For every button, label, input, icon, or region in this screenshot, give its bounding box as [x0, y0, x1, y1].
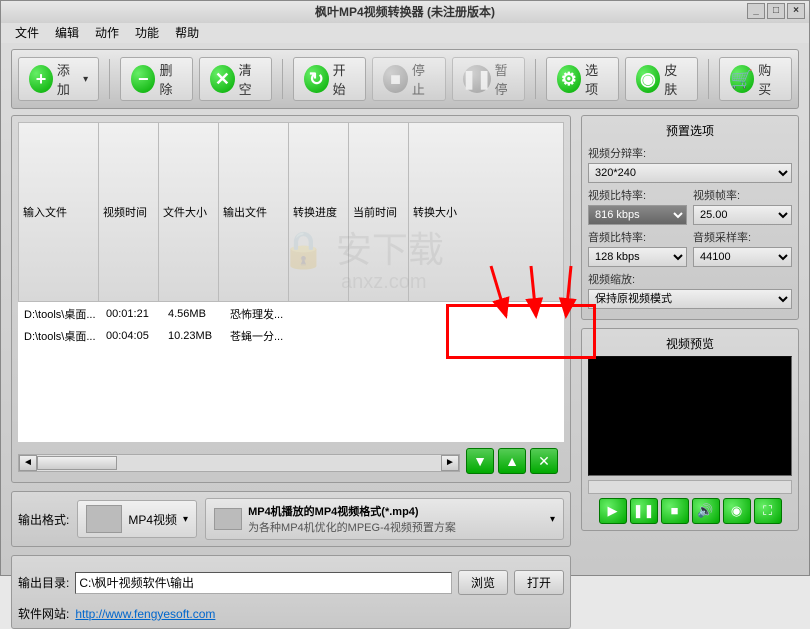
- resolution-select[interactable]: 320*240: [588, 163, 792, 183]
- format-selector[interactable]: MP4视频 ▾: [77, 500, 197, 538]
- site-link[interactable]: http://www.fengyesoft.com: [75, 607, 215, 621]
- delete-button[interactable]: −删除: [120, 57, 193, 101]
- title-text: 枫叶MP4视频转换器 (未注册版本): [315, 5, 495, 19]
- table-row[interactable]: D:\tools\桌面...00:04:0510.23MB苍蝇一分...: [20, 326, 562, 346]
- menu-help[interactable]: 帮助: [169, 23, 205, 43]
- preview-slider[interactable]: [588, 480, 792, 494]
- scroll-thumb[interactable]: [37, 456, 117, 470]
- stop-button[interactable]: ■停止: [372, 57, 445, 101]
- preview-screen: [588, 356, 792, 476]
- remove-button[interactable]: ✕: [530, 448, 558, 474]
- toolbar: +添加▾ −删除 ✕清空 ↻开始 ■停止 ❚❚暂停 ⚙选项 ◉皮肤 🛒购买: [11, 49, 799, 109]
- buy-button[interactable]: 🛒购买: [719, 57, 792, 101]
- audio-bitrate-select[interactable]: 128 kbps: [588, 247, 687, 267]
- col-curtime[interactable]: 当前时间: [349, 123, 409, 302]
- zoom-select[interactable]: 保持原视频模式: [588, 289, 792, 309]
- minimize-icon[interactable]: _: [747, 3, 765, 19]
- maximize-icon[interactable]: □: [767, 3, 785, 19]
- skin-button[interactable]: ◉皮肤: [625, 57, 698, 101]
- cart-icon: 🛒: [730, 65, 754, 93]
- pause-icon: ❚❚: [463, 65, 491, 93]
- fps-select[interactable]: 25.00: [693, 205, 792, 225]
- refresh-icon: ↻: [304, 65, 328, 93]
- format-panel: 输出格式: MP4视频 ▾ MP4机播放的MP4视频格式(*.mp4) 为各种M…: [11, 491, 571, 547]
- open-button[interactable]: 打开: [514, 570, 564, 595]
- browse-button[interactable]: 浏览: [458, 570, 508, 595]
- close-icon[interactable]: ×: [787, 3, 805, 19]
- col-size[interactable]: 文件大小: [159, 123, 219, 302]
- snapshot-button[interactable]: ◉: [723, 498, 751, 524]
- col-output[interactable]: 输出文件: [219, 123, 289, 302]
- format-desc-icon: [214, 508, 242, 530]
- site-label: 软件网站:: [18, 605, 69, 622]
- menu-file[interactable]: 文件: [9, 23, 45, 43]
- sample-rate-select[interactable]: 44100: [693, 247, 792, 267]
- clear-button[interactable]: ✕清空: [199, 57, 272, 101]
- menu-action[interactable]: 动作: [89, 23, 125, 43]
- preview-pause-button[interactable]: ❚❚: [630, 498, 658, 524]
- col-input[interactable]: 输入文件: [19, 123, 99, 302]
- output-panel: 输出目录: 浏览 打开 软件网站: http://www.fengyesoft.…: [11, 555, 571, 629]
- preview-stop-button[interactable]: ■: [661, 498, 689, 524]
- file-list-panel: 输入文件 视频时间 文件大小 输出文件 转换进度 当前时间 转换大小 D:\to…: [11, 115, 571, 483]
- menu-edit[interactable]: 编辑: [49, 23, 85, 43]
- clear-icon: ✕: [210, 65, 234, 93]
- col-outsize[interactable]: 转换大小: [409, 123, 564, 302]
- app-window: 枫叶MP4视频转换器 (未注册版本) _ □ × 文件 编辑 动作 功能 帮助 …: [0, 0, 810, 576]
- move-down-button[interactable]: ▼: [466, 448, 494, 474]
- scroll-left-icon[interactable]: ◄: [19, 455, 37, 471]
- fullscreen-button[interactable]: ⛶: [754, 498, 782, 524]
- format-thumb-icon: [86, 505, 122, 533]
- preview-title: 视频预览: [588, 335, 792, 352]
- preview-panel: 视频预览 ▶ ❚❚ ■ 🔊 ◉ ⛶: [581, 328, 799, 531]
- stop-icon: ■: [383, 65, 407, 93]
- outdir-input[interactable]: [75, 572, 452, 594]
- apple-icon: ◉: [636, 65, 660, 93]
- plus-icon: +: [29, 65, 53, 93]
- col-time[interactable]: 视频时间: [99, 123, 159, 302]
- horizontal-scrollbar[interactable]: ◄ ►: [18, 454, 460, 472]
- col-progress[interactable]: 转换进度: [289, 123, 349, 302]
- titlebar: 枫叶MP4视频转换器 (未注册版本) _ □ ×: [1, 1, 809, 23]
- file-table[interactable]: 输入文件 视频时间 文件大小 输出文件 转换进度 当前时间 转换大小: [18, 122, 564, 302]
- table-row[interactable]: D:\tools\桌面...00:01:214.56MB恐怖理发...: [20, 304, 562, 324]
- menu-function[interactable]: 功能: [129, 23, 165, 43]
- options-button[interactable]: ⚙选项: [546, 57, 619, 101]
- scroll-right-icon[interactable]: ►: [441, 455, 459, 471]
- preset-title: 预置选项: [588, 122, 792, 139]
- play-button[interactable]: ▶: [599, 498, 627, 524]
- minus-icon: −: [131, 65, 155, 93]
- wrench-icon: ⚙: [557, 65, 581, 93]
- preset-panel: 预置选项 视频分辩率: 320*240 视频比特率: 816 kbps 视频帧率…: [581, 115, 799, 320]
- format-label: 输出格式:: [18, 511, 69, 528]
- pause-button[interactable]: ❚❚暂停: [452, 57, 525, 101]
- outdir-label: 输出目录:: [18, 574, 69, 591]
- video-bitrate-select[interactable]: 816 kbps: [588, 205, 687, 225]
- format-description[interactable]: MP4机播放的MP4视频格式(*.mp4) 为各种MP4机优化的MPEG-4视频…: [205, 498, 564, 540]
- menubar: 文件 编辑 动作 功能 帮助: [1, 23, 809, 43]
- add-button[interactable]: +添加▾: [18, 57, 99, 101]
- start-button[interactable]: ↻开始: [293, 57, 366, 101]
- volume-button[interactable]: 🔊: [692, 498, 720, 524]
- move-up-button[interactable]: ▲: [498, 448, 526, 474]
